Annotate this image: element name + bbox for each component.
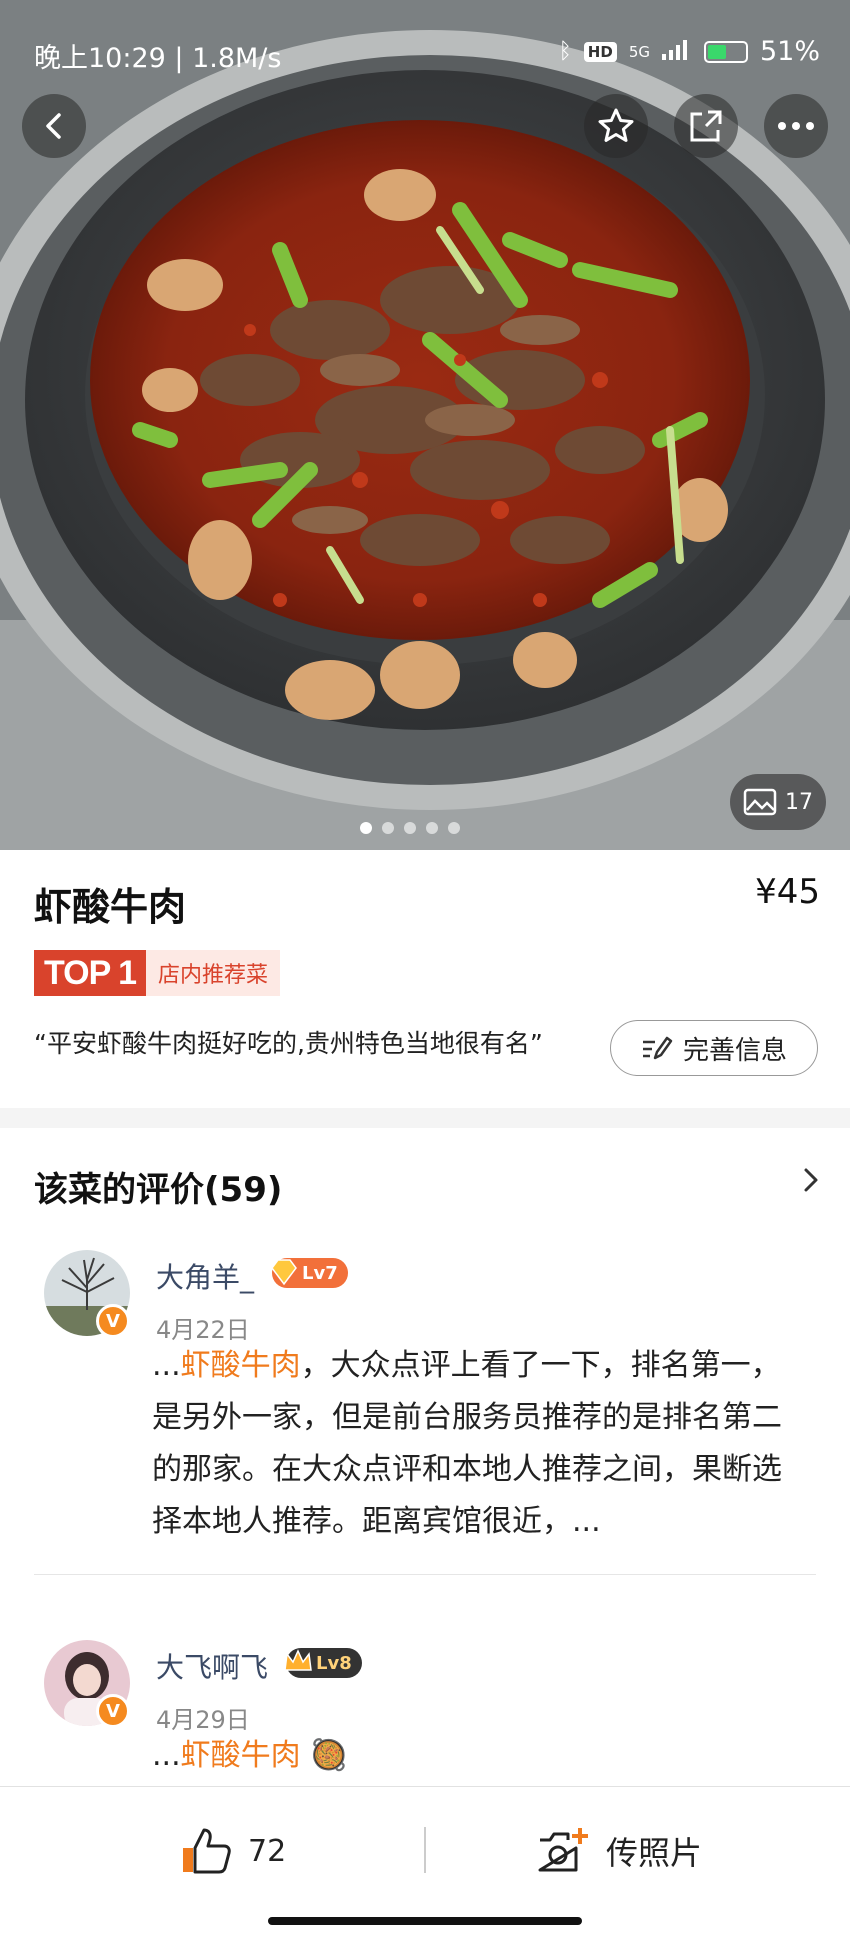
carousel-dot (382, 822, 394, 834)
dish-quote: “平安虾酸牛肉挺好吃的,贵州特色当地很有名” (34, 1029, 543, 1058)
chevron-right-icon[interactable] (800, 1164, 822, 1204)
share-button[interactable] (674, 94, 738, 158)
carousel-dot (360, 822, 372, 834)
bottom-action-bar: 72 传照片 (0, 1786, 850, 1936)
diamond-icon (271, 1259, 297, 1286)
like-count: 72 (248, 1833, 287, 1869)
verified-badge-icon: V (96, 1304, 130, 1338)
verified-badge-icon: V (96, 1694, 130, 1728)
rank-badge: TOP 1 (34, 950, 147, 996)
hd-badge: HD (583, 41, 617, 62)
upload-photo-button[interactable]: 传照片 (536, 1821, 702, 1881)
edit-icon (642, 1036, 673, 1060)
upload-photo-label: 传照片 (606, 1834, 703, 1872)
review-item[interactable]: V 大飞啊飞 Lv8 4月29日 ...虾酸牛肉 🥘 (0, 1626, 850, 1786)
review-divider (34, 1574, 816, 1575)
rank-label: 店内推荐菜 (146, 950, 281, 996)
photo-count: 17 (785, 789, 813, 815)
bluetooth-icon: ᛒ (558, 39, 572, 64)
status-time: 晚上10:29 | 1.8M/s (34, 43, 282, 74)
carousel-dot (448, 822, 460, 834)
status-bar: 晚上10:29 | 1.8M/s ᛒ HD 5G 51% (0, 30, 850, 74)
favorite-button[interactable] (584, 94, 648, 158)
camera-plus-icon (538, 1828, 588, 1872)
rank-tag: TOP 1 店内推荐菜 (34, 950, 281, 996)
signal-icon (661, 36, 692, 67)
carousel-indicator (360, 822, 460, 834)
improve-info-button[interactable]: 完善信息 (610, 1020, 818, 1076)
dish-price: ¥45 (755, 872, 820, 912)
crown-icon (284, 1649, 312, 1671)
level-badge: Lv8 (284, 1648, 362, 1678)
back-button[interactable] (22, 94, 86, 158)
photo-count-button[interactable]: 17 (730, 774, 826, 830)
improve-info-label: 完善信息 (682, 1035, 787, 1066)
carousel-dot (426, 822, 438, 834)
review-highlight: 虾酸牛肉 (180, 1348, 301, 1383)
star-icon (598, 108, 634, 142)
thumbs-up-icon (183, 1828, 231, 1874)
review-text[interactable]: ...虾酸牛肉 🥘 (152, 1730, 802, 1782)
dish-name: 虾酸牛肉 (34, 885, 187, 929)
battery-percent: 51% (759, 36, 820, 67)
reviewer-name[interactable]: 大角羊_ (156, 1256, 254, 1296)
bar-separator (424, 1827, 426, 1873)
home-indicator[interactable] (268, 1917, 582, 1925)
more-button[interactable] (764, 94, 828, 158)
back-arrow-icon (46, 113, 61, 139)
review-text[interactable]: ...虾酸牛肉，大众点评上看了一下，排名第一，是另外一家，但是前台服务员推荐的是… (152, 1340, 802, 1548)
network-label: 5G (628, 42, 650, 61)
section-divider (0, 1108, 850, 1128)
review-highlight: 虾酸牛肉 (180, 1738, 301, 1773)
reviews-title[interactable]: 该菜的评价(59) (34, 1162, 282, 1211)
like-button[interactable]: 72 (180, 1821, 286, 1881)
review-item[interactable]: V 大角羊_ Lv7 4月22日 ...虾酸牛肉，大众点评上看了一下，排名第一，… (0, 1236, 850, 1576)
dish-photo-carousel[interactable]: 晚上10:29 | 1.8M/s ᛒ HD 5G 51% 17 (0, 0, 850, 850)
image-icon (743, 788, 777, 816)
more-icon (778, 122, 814, 130)
carousel-dot (404, 822, 416, 834)
battery-icon (703, 40, 748, 63)
reviewer-name[interactable]: 大飞啊飞 (156, 1646, 268, 1686)
share-icon (690, 110, 722, 142)
level-badge: Lv7 (271, 1258, 348, 1288)
